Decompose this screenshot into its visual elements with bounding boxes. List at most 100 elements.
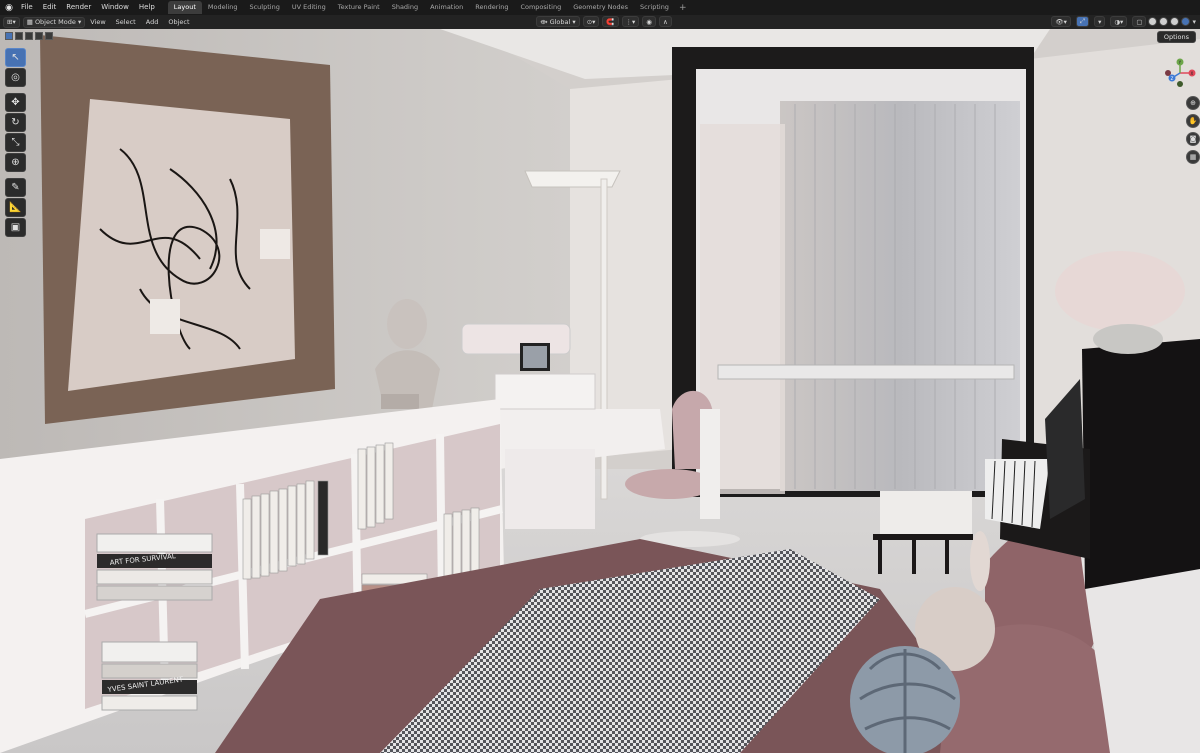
- annotate-icon: ✎: [11, 182, 20, 193]
- cube-icon: ▣: [10, 222, 21, 233]
- object-mode-icon: ▦: [26, 18, 35, 26]
- tab-modeling[interactable]: Modeling: [202, 1, 244, 14]
- bust-head: [387, 299, 427, 349]
- tab-shading[interactable]: Shading: [386, 1, 424, 14]
- navigation-gizmo[interactable]: X Y Z: [1160, 58, 1200, 88]
- select-subtract-icon[interactable]: [25, 32, 33, 40]
- tab-scripting[interactable]: Scripting: [634, 1, 675, 14]
- transform-tool[interactable]: ⊕: [5, 153, 26, 172]
- blender-logo-icon[interactable]: ◉: [2, 0, 16, 15]
- solid-shading-icon[interactable]: [1159, 17, 1169, 26]
- measure-tool[interactable]: 📐: [5, 198, 26, 217]
- scale-icon: ⤡: [11, 137, 20, 148]
- editor-type-button[interactable]: ⊞▾: [3, 16, 20, 28]
- proportional-edit-toggle[interactable]: ◉: [642, 16, 656, 27]
- wireframe-shading-icon[interactable]: [1148, 17, 1158, 26]
- proportional-icon: ◉: [646, 17, 652, 26]
- editor-type-icon: ⊞▾: [7, 18, 16, 26]
- menu-file[interactable]: File: [16, 0, 38, 15]
- add-workspace-button[interactable]: +: [675, 3, 691, 13]
- tab-rendering[interactable]: Rendering: [469, 1, 514, 14]
- select-box-tool[interactable]: ↖: [5, 48, 26, 67]
- rotate-tool[interactable]: ↻: [5, 113, 26, 132]
- orientation-select[interactable]: ⟴ Global ▾: [536, 16, 580, 27]
- xray-icon: ▢: [1136, 17, 1143, 26]
- tab-texture-paint[interactable]: Texture Paint: [332, 1, 386, 14]
- options-button[interactable]: Options: [1156, 31, 1196, 43]
- vase: [1093, 324, 1163, 354]
- top-bar: ◉ File Edit Render Window Help Layout Mo…: [0, 0, 1200, 15]
- menu-help[interactable]: Help: [134, 0, 160, 15]
- pivot-select[interactable]: ⊙▾: [582, 16, 600, 27]
- curtain: [780, 101, 1020, 491]
- measure-icon: 📐: [9, 202, 22, 213]
- select-new-icon[interactable]: [5, 32, 13, 40]
- annotate-tool[interactable]: ✎: [5, 178, 26, 197]
- gizmo-z-label: Z: [1171, 76, 1174, 81]
- cursor-tool[interactable]: ◎: [5, 68, 26, 87]
- rendered-shading-icon[interactable]: [1181, 17, 1191, 26]
- overlay-toggle[interactable]: ◑▾: [1110, 16, 1128, 27]
- viewport-header: ⊞▾ ▦ Object Mode ▾ View Select Add Objec…: [0, 15, 1200, 29]
- proportional-falloff-select[interactable]: ∧: [658, 16, 672, 27]
- select-intersect-icon[interactable]: [45, 32, 53, 40]
- select-mode-buttons: [0, 29, 80, 43]
- select-invert-icon[interactable]: [35, 32, 43, 40]
- tab-animation[interactable]: Animation: [424, 1, 469, 14]
- zoom-icon[interactable]: ⊕: [1186, 96, 1200, 110]
- chevron-down-icon: ▾: [570, 17, 576, 26]
- navigation-buttons: ⊕ ✋ ◙ ▦: [1186, 96, 1200, 164]
- desk-hutch: [461, 323, 571, 355]
- visibility-select[interactable]: 👁▾: [1051, 16, 1071, 27]
- tab-sculpting[interactable]: Sculpting: [243, 1, 285, 14]
- xray-toggle[interactable]: ▢: [1132, 16, 1147, 27]
- add-cube-tool[interactable]: ▣: [5, 218, 26, 237]
- material-shading-icon[interactable]: [1170, 17, 1180, 26]
- menu-view[interactable]: View: [85, 18, 110, 26]
- menu-select[interactable]: Select: [111, 18, 141, 26]
- menu-edit[interactable]: Edit: [38, 0, 62, 15]
- tool-shelf: ↖ ◎ ✥ ↻ ⤡ ⊕ ✎ 📐 ▣: [5, 48, 28, 237]
- move-tool[interactable]: ✥: [5, 93, 26, 112]
- 3d-viewport[interactable]: ART FOR SURVIVAL YVES SAINT LAURENT: [0, 29, 1200, 753]
- menu-window[interactable]: Window: [96, 0, 134, 15]
- chevron-down-icon: ▾: [1098, 17, 1102, 26]
- window-bar: [717, 364, 1015, 380]
- select-extend-icon[interactable]: [15, 32, 23, 40]
- piano-body: [1082, 339, 1200, 589]
- pivot-icon: ⊙▾: [586, 17, 596, 26]
- overlay-icon: ◑▾: [1114, 17, 1124, 26]
- workspace-tabs: Layout Modeling Sculpting UV Editing Tex…: [167, 0, 691, 15]
- tab-geometry-nodes[interactable]: Geometry Nodes: [567, 1, 634, 14]
- hand-pan-icon[interactable]: ✋: [1186, 114, 1200, 128]
- mode-select[interactable]: ▦ Object Mode ▾: [22, 16, 86, 28]
- transform-icon: ⊕: [11, 157, 20, 168]
- mode-label: Object Mode: [34, 18, 76, 26]
- scale-tool[interactable]: ⤡: [5, 133, 26, 152]
- shading-options-icon[interactable]: ▾: [1192, 18, 1196, 26]
- snap-toggle[interactable]: 🧲: [602, 16, 619, 27]
- chevron-down-icon: ▾: [75, 18, 82, 26]
- tab-compositing[interactable]: Compositing: [514, 1, 567, 14]
- shading-controls: 👁▾ ⤢ ▾ ◑▾ ▢ ▾: [1048, 16, 1196, 27]
- rotate-icon: ↻: [11, 117, 20, 128]
- tab-uv-editing[interactable]: UV Editing: [286, 1, 332, 14]
- transform-controls: ⟴ Global ▾ ⊙▾ 🧲 ⋮▾ ◉ ∧: [533, 16, 672, 27]
- gizmo-y-label: Y: [1178, 60, 1182, 65]
- tab-layout[interactable]: Layout: [167, 1, 202, 14]
- cursor-3d-icon: ◎: [11, 72, 20, 83]
- gizmo-select[interactable]: ▾: [1094, 16, 1106, 27]
- snap-select[interactable]: ⋮▾: [621, 16, 640, 27]
- gizmo-toggle[interactable]: ⤢: [1075, 16, 1090, 27]
- eye-icon: 👁▾: [1055, 17, 1067, 26]
- select-cursor-icon: ↖: [11, 52, 20, 63]
- tool-separator: [5, 88, 28, 92]
- snap-icon: 🧲: [606, 17, 615, 26]
- snap-grid-icon: ⋮▾: [625, 17, 636, 26]
- rendered-scene: ART FOR SURVIVAL YVES SAINT LAURENT: [0, 29, 1200, 753]
- grid-view-icon[interactable]: ▦: [1186, 150, 1200, 164]
- menu-object[interactable]: Object: [163, 18, 194, 26]
- camera-view-icon[interactable]: ◙: [1186, 132, 1200, 146]
- menu-render[interactable]: Render: [61, 0, 96, 15]
- menu-add[interactable]: Add: [141, 18, 164, 26]
